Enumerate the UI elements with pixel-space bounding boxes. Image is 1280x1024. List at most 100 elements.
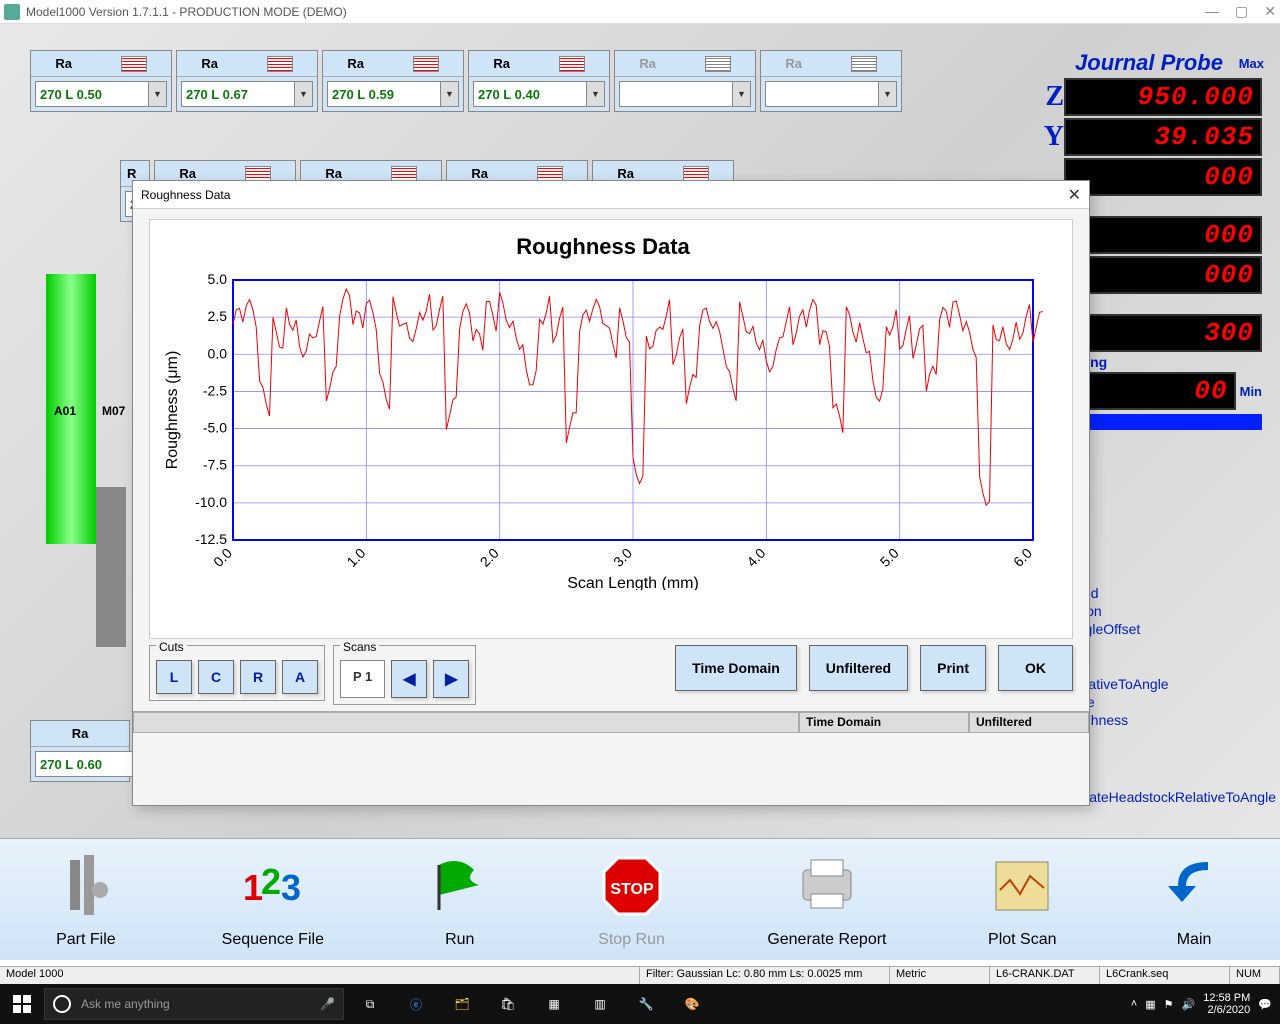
- grid-icon[interactable]: [413, 56, 439, 72]
- ra-label: Ra: [617, 166, 634, 181]
- status-bar: Model 1000 Filter: Gaussian Lc: 0.80 mm …: [0, 966, 1280, 984]
- scans-group: Scans P 1 ◀ ▶: [333, 645, 476, 705]
- store-icon[interactable]: 🛍: [486, 984, 530, 1024]
- generate-report-button[interactable]: Generate Report: [767, 850, 886, 949]
- dropdown-icon[interactable]: ▼: [294, 82, 312, 106]
- part-label-m: M07: [102, 404, 125, 418]
- ra-panel: Ra ▼: [760, 50, 902, 112]
- ra-label: Ra: [493, 56, 510, 71]
- max-label: Max: [1239, 56, 1264, 71]
- side-link[interactable]: AngleOffset: [1067, 620, 1276, 638]
- run-icon: [424, 850, 496, 922]
- start-button[interactable]: [0, 984, 44, 1024]
- svg-text:2.0: 2.0: [477, 545, 502, 570]
- cut-a-button[interactable]: A: [282, 660, 318, 694]
- system-tray: ˄ ▦ ⚑ 🔊 12:58 PM 2/6/2020 💬: [1123, 992, 1280, 1016]
- cut-c-button[interactable]: C: [198, 660, 234, 694]
- app-toolbar: Part File 123 Sequence File Run STOP Sto…: [0, 838, 1280, 960]
- minimize-button[interactable]: —: [1205, 3, 1219, 20]
- search-placeholder: Ask me anything: [81, 997, 170, 1011]
- readout-5: 000: [1064, 216, 1262, 254]
- status-units: Metric: [890, 967, 990, 984]
- side-link[interactable]: et: [1067, 639, 1276, 657]
- tray-chevron-icon[interactable]: ˄: [1131, 998, 1137, 1010]
- svg-text:STOP: STOP: [610, 881, 654, 898]
- ra-label: Ra: [179, 166, 196, 181]
- scan-prev-button[interactable]: ◀: [391, 660, 427, 698]
- close-icon[interactable]: ✕: [1068, 185, 1081, 205]
- side-link[interactable]: RotateHeadstockRelativeToAngle: [1067, 788, 1276, 806]
- part-label-a: A01: [54, 404, 76, 418]
- ra-panel: Ra ▼: [614, 50, 756, 112]
- notifications-icon[interactable]: 💬: [1258, 998, 1272, 1011]
- sequence-file-button[interactable]: 123 Sequence File: [222, 850, 324, 949]
- dropdown-icon[interactable]: ▼: [878, 82, 896, 106]
- toolbar-label: Plot Scan: [986, 931, 1058, 949]
- chart-title: Roughness Data: [158, 234, 1048, 260]
- explorer-icon[interactable]: 🗂: [440, 984, 484, 1024]
- stop-run-button: STOP Stop Run: [596, 850, 668, 949]
- scan-next-button[interactable]: ▶: [433, 660, 469, 698]
- main-button[interactable]: Main: [1158, 850, 1230, 949]
- axis-z: Z: [1036, 81, 1064, 113]
- clock[interactable]: 12:58 PM 2/6/2020: [1203, 992, 1250, 1016]
- unfiltered-button[interactable]: Unfiltered: [809, 645, 908, 691]
- app-icon-1[interactable]: ▦: [532, 984, 576, 1024]
- scan-current: P 1: [340, 660, 385, 698]
- cut-l-button[interactable]: L: [156, 660, 192, 694]
- time: 12:58 PM: [1203, 992, 1250, 1004]
- side-link[interactable]: sure: [1067, 693, 1276, 711]
- dropdown-icon[interactable]: ▼: [440, 82, 458, 106]
- svg-text:-2.5: -2.5: [203, 382, 227, 398]
- volume-icon[interactable]: 🔊: [1182, 998, 1196, 1011]
- ra-label: Ra: [55, 56, 72, 71]
- back-icon: [1158, 850, 1230, 922]
- side-link[interactable]: tation: [1067, 602, 1276, 620]
- sequence-file-icon: 123: [237, 850, 309, 922]
- mic-icon[interactable]: 🎤: [320, 997, 335, 1011]
- edge-icon[interactable]: ⓔ: [394, 984, 438, 1024]
- side-link[interactable]: oughness: [1067, 711, 1276, 729]
- grid-icon[interactable]: [559, 56, 585, 72]
- dropdown-icon[interactable]: ▼: [148, 82, 166, 106]
- side-link[interactable]: peed: [1067, 584, 1276, 602]
- grid-icon[interactable]: [267, 56, 293, 72]
- part-visualization: A01 M07: [46, 274, 126, 647]
- side-link[interactable]: RelativeToAngle: [1067, 675, 1276, 693]
- part-file-button[interactable]: Part File: [50, 850, 122, 949]
- svg-text:Roughness (μm): Roughness (μm): [164, 351, 181, 470]
- readout-8: 300: [1064, 314, 1262, 352]
- ra-value: 270 L 0.60: [40, 757, 102, 772]
- tray-icon[interactable]: ⚑: [1164, 998, 1174, 1011]
- grid-icon[interactable]: [705, 56, 731, 72]
- y-readout: 39.035: [1064, 118, 1262, 156]
- cut-r-button[interactable]: R: [240, 660, 276, 694]
- run-button[interactable]: Run: [424, 850, 496, 949]
- tray-icon[interactable]: ▦: [1145, 998, 1155, 1011]
- svg-text:1.0: 1.0: [343, 545, 368, 570]
- print-button[interactable]: Print: [920, 645, 986, 691]
- dropdown-icon[interactable]: ▼: [732, 82, 750, 106]
- search-box[interactable]: Ask me anything 🎤: [44, 988, 344, 1020]
- close-window-button[interactable]: ✕: [1264, 3, 1276, 20]
- ok-button[interactable]: OK: [998, 645, 1073, 691]
- dropdown-icon[interactable]: ▼: [586, 82, 604, 106]
- jp-text: e: [1066, 296, 1262, 312]
- ra-panel: Ra 270 L 0.40▼: [468, 50, 610, 112]
- maximize-button[interactable]: ▢: [1235, 3, 1248, 20]
- svg-text:2: 2: [261, 861, 281, 902]
- task-view-icon[interactable]: ⧉: [348, 984, 392, 1024]
- z-readout: 950.000: [1064, 78, 1262, 116]
- app-icon-2[interactable]: ▥: [578, 984, 622, 1024]
- app-icon-3[interactable]: 🔧: [624, 984, 668, 1024]
- paint-icon[interactable]: 🎨: [670, 984, 714, 1024]
- main-area: Ra 270 L 0.50▼ Ra 270 L 0.67▼ Ra 270 L 0…: [0, 24, 1280, 944]
- plot-scan-button[interactable]: Plot Scan: [986, 850, 1058, 949]
- ra-label: Ra: [471, 166, 488, 181]
- windows-taskbar: Ask me anything 🎤 ⧉ ⓔ 🗂 🛍 ▦ ▥ 🔧 🎨 ˄ ▦ ⚑ 🔊…: [0, 984, 1280, 1024]
- grid-icon[interactable]: [851, 56, 877, 72]
- ra-value: 270 L 0.67: [186, 87, 248, 102]
- grid-icon[interactable]: [121, 56, 147, 72]
- time-domain-button[interactable]: Time Domain: [675, 645, 797, 691]
- ra-label: Ra: [72, 726, 89, 741]
